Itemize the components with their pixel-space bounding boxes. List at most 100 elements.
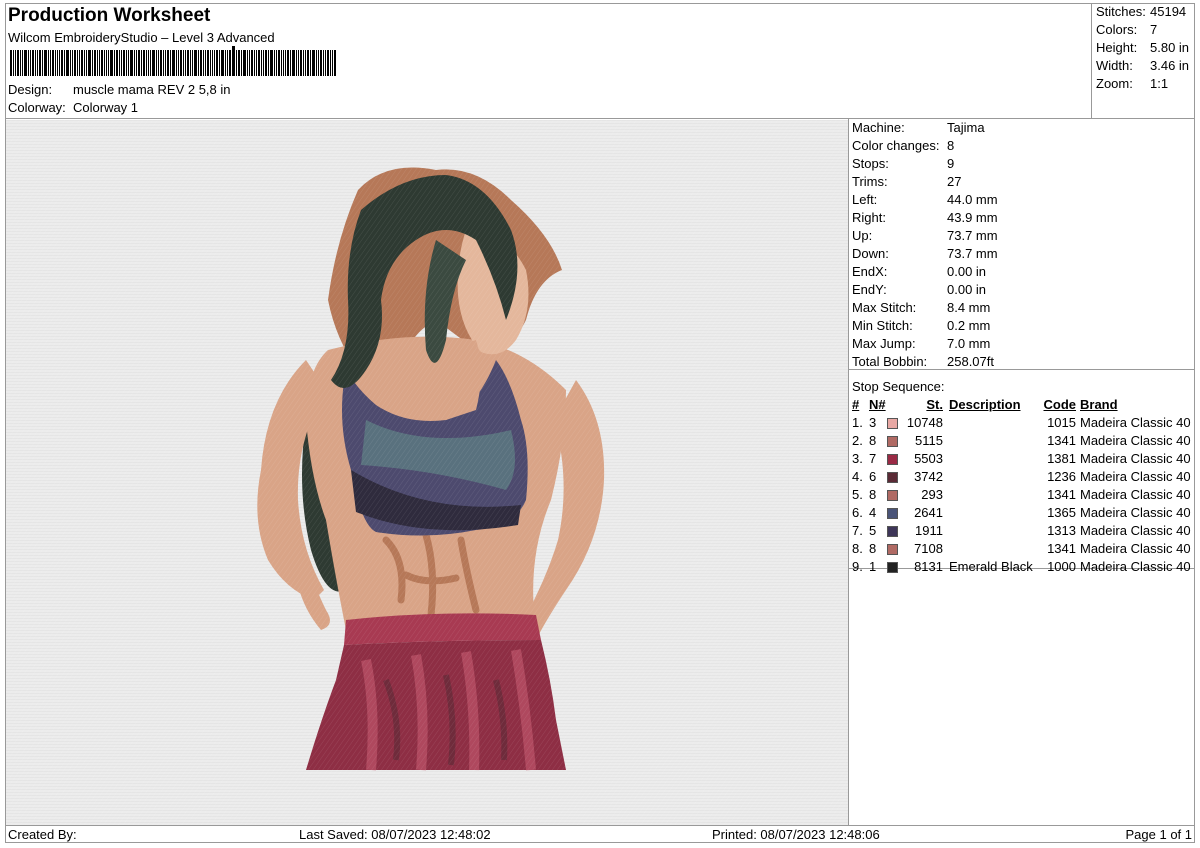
- needle-number: 8: [869, 541, 877, 556]
- stat-row: Height: 5.80 in: [1092, 39, 1196, 57]
- stop-sequence-list: 1. 3 10748 1015 Madeira Classic 40 2. 8 5115 134…: [849, 414, 1195, 576]
- info-row: Machine: Tajima: [849, 119, 1195, 137]
- info-row: Min Stitch: 0.2 mm: [849, 317, 1195, 335]
- barcode-bar: [287, 50, 289, 76]
- thread-color-swatch: [887, 489, 898, 501]
- page-number: Page 1 of 1: [1125, 827, 1193, 842]
- barcode-bar: [94, 50, 96, 76]
- thread-color-swatch: [887, 453, 898, 465]
- software-name: Wilcom EmbroideryStudio – Level 3 Advanc…: [8, 30, 275, 45]
- created-by: Created By:: [8, 827, 77, 842]
- barcode-bar: [310, 50, 311, 76]
- stitch-count: 7108: [914, 541, 943, 556]
- thread-brand: Madeira Classic 40: [1080, 433, 1191, 448]
- stitch-count: 10748: [906, 415, 943, 430]
- stitch-count: 2641: [914, 505, 943, 520]
- barcode-bar: [28, 50, 29, 76]
- stitch-count: 5503: [914, 451, 943, 466]
- barcode-bar: [247, 50, 248, 76]
- barcode-bar: [303, 50, 304, 76]
- barcode-bar: [66, 50, 69, 76]
- info-row: Right: 43.9 mm: [849, 209, 1195, 227]
- barcode-bar: [74, 50, 76, 76]
- barcode-bar: [236, 50, 237, 76]
- barcode-bar: [136, 50, 137, 76]
- barcode-bar: [37, 50, 38, 76]
- barcode-bar: [203, 50, 204, 76]
- barcode-bar: [316, 50, 317, 76]
- info-row: Down: 73.7 mm: [849, 245, 1195, 263]
- barcode-bar: [263, 50, 264, 76]
- barcode-bar: [24, 50, 27, 76]
- barcode-bar: [332, 50, 333, 76]
- barcode-bar: [300, 50, 302, 76]
- barcode-bar: [296, 50, 297, 76]
- thread-description: Emerald Black: [949, 559, 1033, 574]
- thread-color-swatch: [887, 561, 898, 573]
- design-value: muscle mama REV 2 5,8 in: [73, 82, 231, 97]
- stat-key: Stitches:: [1096, 4, 1146, 19]
- thread-brand: Madeira Classic 40: [1080, 541, 1191, 556]
- barcode-bar: [163, 50, 164, 76]
- design-label: Design:: [8, 82, 53, 97]
- stop-sequence-row: 4. 6 3742 1236 Madeira Classic 40: [849, 468, 1195, 486]
- barcode-bar: [30, 50, 31, 76]
- barcode-bar: [185, 50, 186, 76]
- stop-number: 6.: [852, 505, 863, 520]
- barcode-bar: [116, 50, 118, 76]
- barcode-bar: [70, 50, 71, 76]
- barcode-bar: [330, 50, 331, 76]
- info-value: 0.00 in: [947, 282, 987, 297]
- thread-code: 1381: [1047, 451, 1076, 466]
- stat-value: 5.80 in: [1150, 40, 1190, 55]
- col-stitches: St.: [926, 397, 943, 412]
- thread-brand: Madeira Classic 40: [1080, 559, 1191, 574]
- thread-brand: Madeira Classic 40: [1080, 487, 1191, 502]
- barcode-bar: [143, 50, 145, 76]
- stat-value: 1:1: [1150, 76, 1169, 91]
- thread-brand: Madeira Classic 40: [1080, 505, 1191, 520]
- info-value: 9: [947, 156, 955, 171]
- barcode-bar: [146, 50, 147, 76]
- barcode-bar: [17, 50, 19, 76]
- thread-brand: Madeira Classic 40: [1080, 451, 1191, 466]
- needle-number: 3: [869, 415, 877, 430]
- stat-row: Colors: 7: [1092, 21, 1196, 39]
- stat-value: 45194: [1150, 4, 1187, 19]
- info-key: Up:: [852, 228, 873, 243]
- barcode-bar: [283, 50, 284, 76]
- info-row: Left: 44.0 mm: [849, 191, 1195, 209]
- info-key: EndX:: [852, 264, 888, 279]
- barcode-bar: [150, 50, 151, 76]
- thread-code: 1236: [1047, 469, 1076, 484]
- barcode-bar: [249, 50, 250, 76]
- thread-code: 1365: [1047, 505, 1076, 520]
- barcode-bar: [108, 50, 109, 76]
- barcode-bar: [227, 50, 228, 76]
- info-key: Max Stitch:: [852, 300, 917, 315]
- stop-number: 9.: [852, 559, 863, 574]
- thread-color-swatch: [887, 525, 898, 537]
- stat-row: Zoom: 1:1: [1092, 75, 1196, 93]
- barcode-bar: [270, 50, 273, 76]
- barcode-bar: [214, 50, 215, 76]
- stop-sequence-row: 9. 1 8131 Emerald Black 1000 Madeira Classic …: [849, 558, 1195, 576]
- barcode-bar: [334, 50, 336, 76]
- barcode-bar: [61, 50, 63, 76]
- col-swatch: [887, 396, 901, 414]
- barcode-bar: [265, 50, 267, 76]
- stop-sequence-row: 6. 4 2641 1365 Madeira Classic 40: [849, 504, 1195, 522]
- barcode-bar: [305, 50, 306, 76]
- barcode-bar: [158, 50, 159, 76]
- info-key: Stops:: [852, 156, 889, 171]
- thread-description: [943, 450, 1041, 468]
- info-key: Min Stitch:: [852, 318, 913, 333]
- thread-description: [943, 414, 1041, 432]
- info-value: Tajima: [947, 120, 985, 135]
- barcode-bar: [59, 50, 60, 76]
- barcode-bar: [251, 50, 253, 76]
- barcode-bar: [292, 50, 295, 76]
- barcode-bar: [10, 50, 12, 76]
- stitch-count: 1911: [915, 523, 943, 538]
- barcode-bar: [183, 50, 184, 76]
